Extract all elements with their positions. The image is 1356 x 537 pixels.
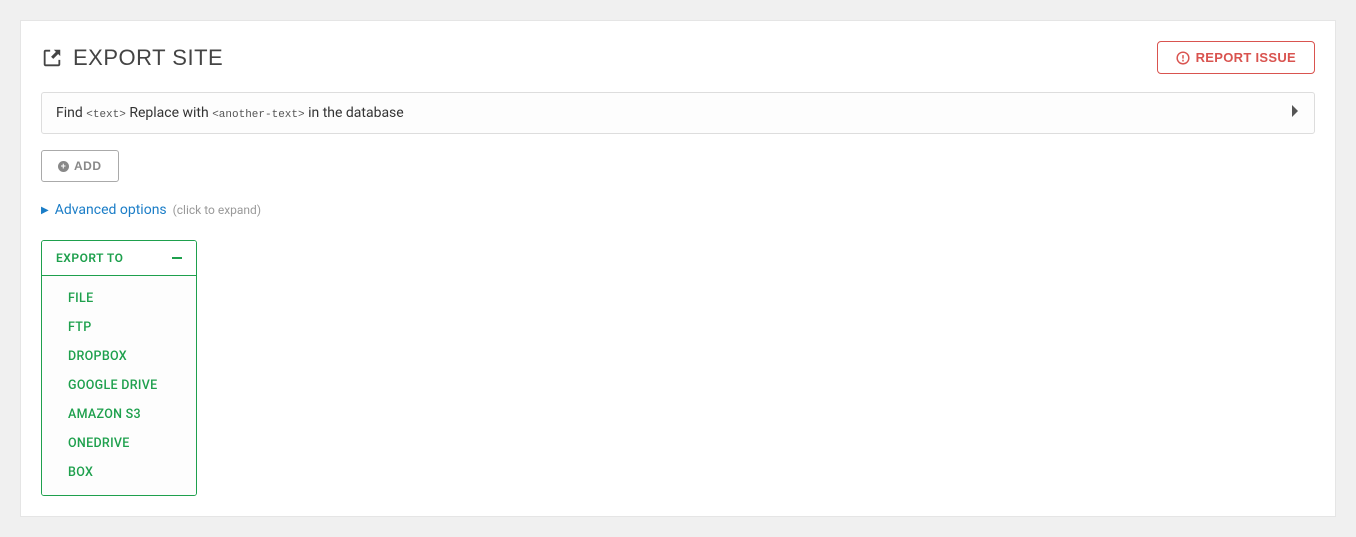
plus-circle-icon: + xyxy=(58,161,69,172)
export-item-file[interactable]: FILE xyxy=(42,284,196,313)
fr-mid: Replace with xyxy=(126,105,212,121)
page-title: EXPORT SITE xyxy=(73,45,223,71)
export-item-amazon-s3[interactable]: AMAZON S3 xyxy=(42,400,196,429)
caret-right-icon: ▶ xyxy=(41,205,49,216)
find-replace-bar[interactable]: Find <text> Replace with <another-text> … xyxy=(41,92,1315,134)
add-button-label: ADD xyxy=(74,159,102,173)
export-to-header[interactable]: EXPORT TO xyxy=(42,241,196,276)
report-issue-button[interactable]: REPORT ISSUE xyxy=(1157,41,1315,74)
advanced-options-hint: (click to expand) xyxy=(173,203,261,217)
export-item-box[interactable]: BOX xyxy=(42,458,196,487)
export-item-google-drive[interactable]: GOOGLE DRIVE xyxy=(42,371,196,400)
header-row: EXPORT SITE REPORT ISSUE xyxy=(41,41,1315,74)
export-item-dropbox[interactable]: DROPBOX xyxy=(42,342,196,371)
chevron-right-icon xyxy=(1290,104,1300,122)
export-item-ftp[interactable]: FTP xyxy=(42,313,196,342)
export-to-dropdown: EXPORT TO FILE FTP DROPBOX GOOGLE DRIVE … xyxy=(41,240,197,496)
find-replace-text: Find <text> Replace with <another-text> … xyxy=(56,105,404,121)
export-item-onedrive[interactable]: ONEDRIVE xyxy=(42,429,196,458)
advanced-options-toggle[interactable]: ▶ Advanced options (click to expand) xyxy=(41,202,1315,218)
share-icon xyxy=(41,47,63,69)
fr-tag2: <another-text> xyxy=(212,109,304,121)
export-panel: EXPORT SITE REPORT ISSUE Find <text> Rep… xyxy=(20,20,1336,517)
export-to-label: EXPORT TO xyxy=(56,251,123,265)
add-button[interactable]: + ADD xyxy=(41,150,119,182)
alert-icon xyxy=(1176,51,1190,65)
export-to-body: FILE FTP DROPBOX GOOGLE DRIVE AMAZON S3 … xyxy=(42,276,196,495)
fr-suffix: in the database xyxy=(305,105,404,121)
minus-icon xyxy=(172,257,182,259)
advanced-options-label: Advanced options xyxy=(55,202,167,218)
fr-tag1: <text> xyxy=(86,109,126,121)
fr-prefix: Find xyxy=(56,105,86,121)
report-issue-label: REPORT ISSUE xyxy=(1196,50,1296,65)
title-wrap: EXPORT SITE xyxy=(41,45,223,71)
